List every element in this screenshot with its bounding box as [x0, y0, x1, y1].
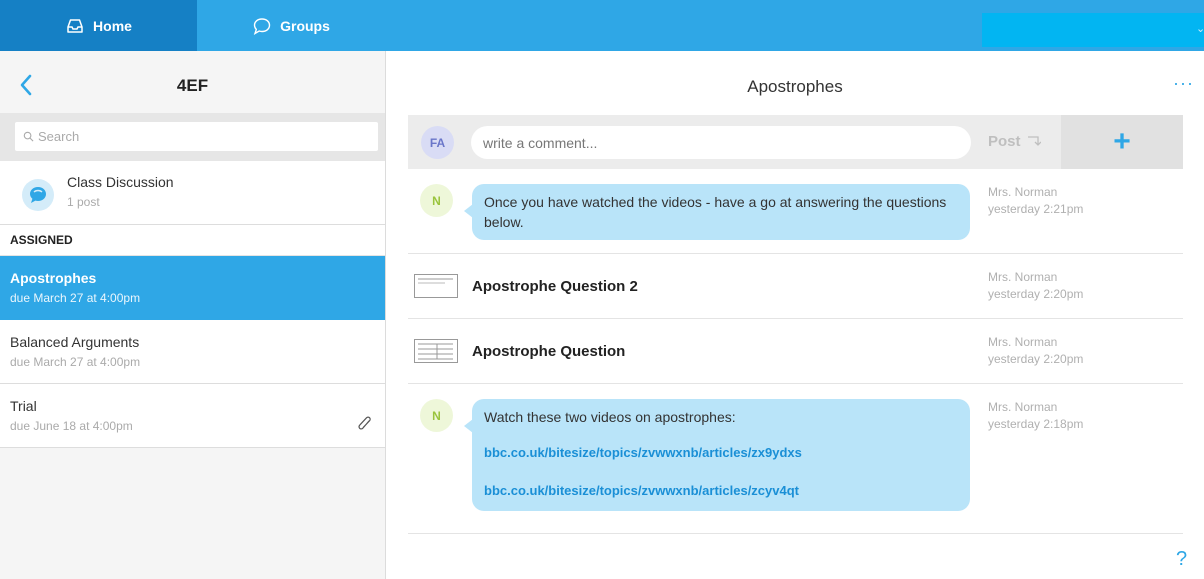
assignment-item-apostrophes[interactable]: Apostrophes due March 27 at 4:00pm [0, 256, 385, 320]
comment-input[interactable] [471, 126, 971, 159]
search-icon [23, 131, 34, 142]
assignment-due: due June 18 at 4:00pm [10, 419, 133, 433]
message-bubble: Once you have watched the videos - have … [464, 184, 970, 240]
search-input[interactable] [38, 129, 358, 144]
author-name: Mrs. Norman [988, 185, 1058, 199]
author-name: Mrs. Norman [988, 400, 1058, 414]
sidebar-header: 4EF [0, 51, 385, 121]
home-inbox-icon [67, 18, 83, 33]
search-box[interactable] [15, 122, 378, 151]
plus-icon: + [1113, 125, 1131, 158]
assignment-title: Apostrophes [10, 270, 97, 286]
file-thumbnail[interactable] [414, 274, 458, 298]
feed-item-message: N Once you have watched the videos - hav… [408, 169, 1183, 254]
author-name: Mrs. Norman [988, 270, 1058, 284]
sidebar: 4EF Class Discussion 1 post ASSIGNED Apo… [0, 51, 386, 579]
tab-groups[interactable]: Groups [197, 0, 385, 51]
timestamp: yesterday 2:20pm [988, 287, 1084, 301]
feed-item-file[interactable]: Apostrophe Question Mrs. Norman yesterda… [408, 319, 1183, 384]
top-bar: Home Groups ⌄ [0, 0, 1204, 51]
add-attachment-button[interactable]: + [1061, 115, 1183, 169]
author-name: Mrs. Norman [988, 335, 1058, 349]
class-discussion-title: Class Discussion [67, 174, 174, 190]
assignment-due: due March 27 at 4:00pm [10, 291, 141, 305]
file-title[interactable]: Apostrophe Question [472, 343, 625, 360]
assignment-item-balanced-arguments[interactable]: Balanced Arguments due March 27 at 4:00p… [0, 320, 385, 384]
file-title[interactable]: Apostrophe Question 2 [472, 278, 638, 295]
discussion-icon [22, 179, 54, 211]
paperclip-icon [358, 416, 371, 430]
more-options-icon[interactable]: ··· [1173, 73, 1194, 94]
feed-item-message: N Watch these two videos on apostrophes:… [408, 384, 1183, 534]
class-discussion-item[interactable]: Class Discussion 1 post [0, 161, 385, 225]
feed-item-file[interactable]: Apostrophe Question 2 Mrs. Norman yester… [408, 254, 1183, 319]
assignment-title: Trial [10, 398, 37, 414]
assignment-item-trial[interactable]: Trial due June 18 at 4:00pm [0, 384, 385, 448]
message-bubble: Watch these two videos on apostrophes: b… [464, 399, 970, 511]
video-link-1[interactable]: bbc.co.uk/bitesize/topics/zvwwxnb/articl… [484, 443, 958, 463]
main-panel: Apostrophes ··· FA Post + N Once you hav… [386, 51, 1204, 579]
user-avatar: FA [421, 126, 454, 159]
sidebar-empty-area [0, 448, 385, 579]
file-thumbnail[interactable] [414, 339, 458, 363]
message-meta: Mrs. Norman yesterday 2:18pm [988, 399, 1083, 433]
chevron-down-icon[interactable]: ⌄ [1196, 22, 1204, 35]
assignment-title: Balanced Arguments [10, 334, 140, 350]
timestamp: yesterday 2:20pm [988, 352, 1084, 366]
groups-chat-icon [253, 17, 271, 35]
assignment-due: due March 27 at 4:00pm [10, 355, 141, 369]
file-meta: Mrs. Norman yesterday 2:20pm [988, 334, 1083, 368]
tab-groups-label: Groups [280, 17, 330, 34]
author-avatar: N [420, 184, 453, 217]
class-discussion-count: 1 post [67, 195, 100, 209]
timestamp: yesterday 2:21pm [988, 202, 1084, 216]
author-avatar: N [420, 399, 453, 432]
assigned-section-header: ASSIGNED [0, 225, 385, 256]
tab-home[interactable]: Home [0, 0, 197, 51]
top-search-field[interactable] [982, 13, 1204, 47]
comment-composer: FA Post + [408, 115, 1183, 169]
page-title: Apostrophes [747, 77, 843, 96]
tab-home-label: Home [93, 17, 132, 34]
timestamp: yesterday 2:18pm [988, 417, 1084, 431]
video-link-2[interactable]: bbc.co.uk/bitesize/topics/zvwwxnb/articl… [484, 481, 958, 501]
file-meta: Mrs. Norman yesterday 2:20pm [988, 269, 1083, 303]
help-icon[interactable]: ? [1176, 548, 1187, 571]
sidebar-search-area [0, 113, 385, 161]
message-text: Watch these two videos on apostrophes: [484, 409, 736, 425]
group-title: 4EF [176, 76, 209, 95]
post-button-label: Post [988, 133, 1021, 150]
post-arrow-icon [1027, 136, 1042, 146]
message-meta: Mrs. Norman yesterday 2:21pm [988, 184, 1083, 218]
post-button[interactable]: Post [988, 133, 1042, 150]
